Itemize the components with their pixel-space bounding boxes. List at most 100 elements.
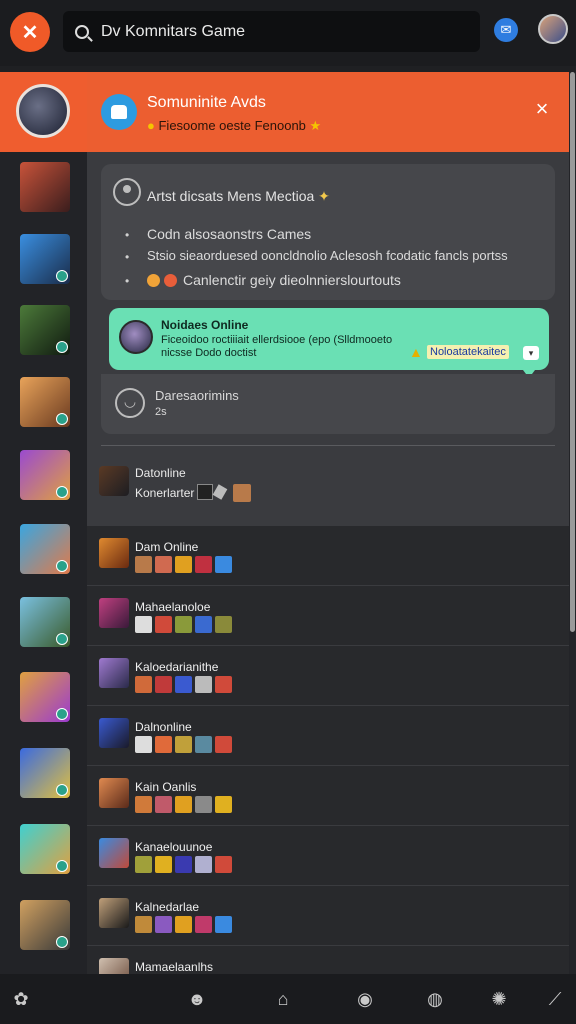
game-name: Dalnonline [135, 720, 192, 734]
status-title: Daresaorimins [155, 388, 239, 403]
status-sub: 2s [155, 406, 167, 418]
message-icon[interactable]: ✉ [494, 18, 518, 42]
player-avatar [195, 736, 212, 753]
list-item[interactable]: Dalnonline [87, 706, 569, 766]
star-icon: ★ [309, 118, 322, 133]
tools-icon[interactable]: ⟋ [544, 988, 566, 1010]
info-item-1: Codn alsosaonstrs Cames [147, 226, 312, 242]
bullet: • [125, 228, 130, 242]
game-thumb [99, 898, 129, 928]
online-dot [56, 936, 68, 948]
online-notice[interactable]: Noidaes Online Ficeoidoo roctiiiait elle… [109, 308, 549, 378]
sun-icon: ● [147, 118, 155, 133]
list-item[interactable]: Kain Oanlis [87, 766, 569, 826]
hero-avatar [16, 84, 70, 138]
player-avatar [195, 676, 212, 693]
player-avatar [135, 616, 152, 633]
player-avatar [155, 616, 172, 633]
player-avatar [135, 676, 152, 693]
player-avatar [155, 556, 172, 573]
info-item-3-text: Canlenctir geiy dieolnnierslourtouts [183, 272, 401, 288]
info-item-3: Canlenctir geiy dieolnnierslourtouts [147, 272, 401, 288]
player-chips [135, 676, 232, 693]
game-thumb [99, 538, 129, 568]
player-avatar [195, 616, 212, 633]
player-avatar [135, 556, 152, 573]
online-row-title: Datonline [135, 466, 186, 480]
game-hub-icon [101, 94, 137, 130]
player-avatar [195, 556, 212, 573]
home-icon[interactable]: ✿ [10, 988, 32, 1010]
notice-avatar [119, 320, 153, 354]
store-icon[interactable]: ⌂ [272, 988, 294, 1010]
controller-icon[interactable]: ◉ [354, 988, 376, 1010]
scrollbar[interactable] [569, 72, 576, 974]
sidebar-game-6[interactable] [20, 524, 70, 574]
player-avatar [175, 796, 192, 813]
sidebar-game-11[interactable] [20, 900, 70, 950]
sidebar-game-10[interactable] [20, 824, 70, 874]
notice-body: Ficeoidoo roctiiiait ellerdsiooe (epo (S… [161, 334, 393, 359]
game-name: Dam Online [135, 540, 199, 554]
badge-icon [197, 484, 213, 500]
online-row[interactable]: Datonline Konerlarter [99, 464, 549, 504]
list-item[interactable]: Kaloedarianithe [87, 646, 569, 706]
friend-avatar [233, 484, 251, 502]
user-avatar[interactable] [538, 14, 568, 44]
game-name: Kaloedarianithe [135, 660, 219, 674]
player-chips [135, 736, 232, 753]
close-icon[interactable]: × [533, 98, 551, 120]
chevron-down-icon[interactable]: ▾ [523, 346, 539, 360]
list-item[interactable]: Dam Online [87, 526, 569, 586]
user-icon [113, 178, 141, 206]
info-card-title: Artst dicsats Mens Mectioa ✦ [147, 188, 330, 205]
list-item[interactable]: Kalnedarlae [87, 886, 569, 946]
search-input[interactable] [99, 21, 459, 42]
player-avatar [215, 856, 232, 873]
online-row-sub: Konerlarter [135, 486, 195, 500]
sidebar-game-3[interactable] [20, 305, 70, 355]
list-item[interactable]: Kanaelouunoe [87, 826, 569, 886]
search-bar[interactable] [63, 11, 480, 52]
sidebar-game-4[interactable] [20, 377, 70, 427]
bullet: • [125, 250, 130, 264]
bullet: • [125, 274, 130, 288]
online-dot [56, 784, 68, 796]
player-chips [135, 856, 232, 873]
player-avatar [155, 676, 172, 693]
sidebar-game-8[interactable] [20, 672, 70, 722]
scrollbar-thumb[interactable] [570, 72, 575, 632]
player-avatar [175, 856, 192, 873]
sidebar-game-7[interactable] [20, 597, 70, 647]
emoji-icon [164, 274, 177, 287]
sidebar-game-1[interactable] [20, 162, 70, 212]
list-item[interactable]: Mahaelanoloe [87, 586, 569, 646]
header-subtitle-text: Fiesoome oeste Fenoonb [158, 118, 306, 133]
chat-icon[interactable]: ◍ [424, 988, 446, 1010]
status-card: ◡ Daresaorimins 2s [101, 374, 555, 434]
settings-icon[interactable]: ✺ [488, 988, 510, 1010]
warning-icon: ▲ [409, 344, 423, 360]
header-subtitle: ● Fiesoome oeste Fenoonb ★ [147, 118, 321, 134]
sidebar-active-game[interactable] [0, 72, 87, 152]
online-dot [56, 633, 68, 645]
game-thumb [99, 778, 129, 808]
notification-header: Somuninite Avds ● Fiesoome oeste Fenoonb… [87, 72, 569, 152]
sidebar-game-9[interactable] [20, 748, 70, 798]
notice-tag[interactable]: Noloatatekaitec [427, 345, 509, 359]
online-dot [56, 270, 68, 282]
online-dot [56, 413, 68, 425]
sidebar-game-2[interactable] [20, 234, 70, 284]
player-avatar [155, 916, 172, 933]
profile-icon[interactable]: ☻ [186, 988, 208, 1010]
fox-logo-icon[interactable]: ✕ [10, 12, 50, 52]
sidebar-game-5[interactable] [20, 450, 70, 500]
game-thumb [99, 838, 129, 868]
player-avatar [215, 916, 232, 933]
player-avatar [215, 796, 232, 813]
status-icon: ◡ [115, 388, 145, 418]
player-avatar [215, 616, 232, 633]
online-dot [56, 341, 68, 353]
info-card-title-text: Artst dicsats Mens Mectioa [147, 188, 315, 204]
player-avatar [155, 796, 172, 813]
